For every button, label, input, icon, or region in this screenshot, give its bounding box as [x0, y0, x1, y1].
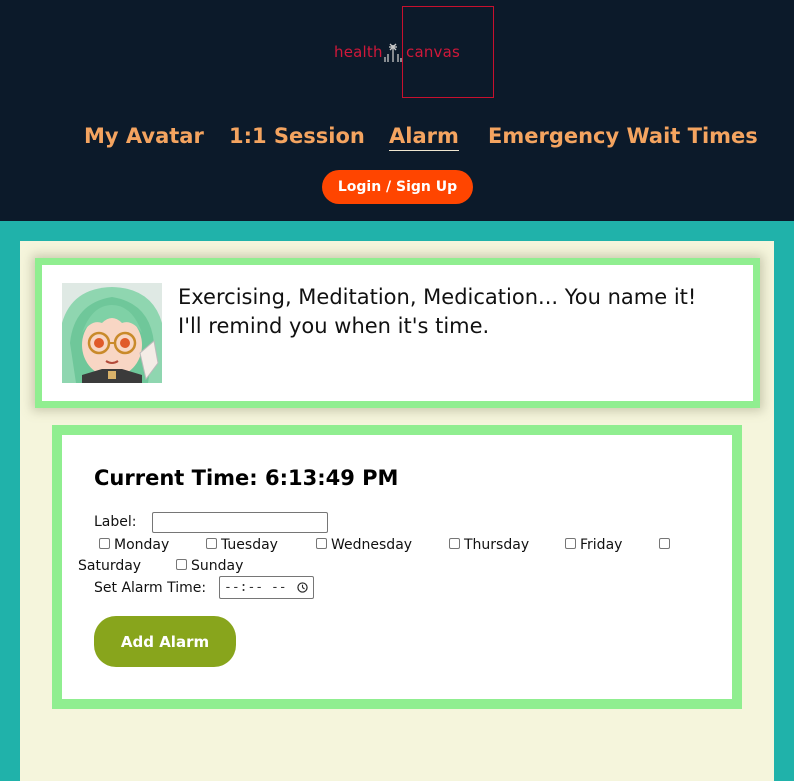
- logo-text-canvas: canvas: [406, 43, 461, 61]
- checkbox-saturday[interactable]: [659, 538, 670, 549]
- label-input[interactable]: [152, 512, 328, 533]
- add-alarm-button[interactable]: Add Alarm: [94, 616, 236, 667]
- checkbox-thursday[interactable]: [449, 538, 460, 549]
- checkbox-tuesday[interactable]: [206, 538, 217, 549]
- site-header: health canvas My Avatar 1:1 Session Alar…: [0, 0, 794, 221]
- alarm-time-input[interactable]: --:-- --: [219, 576, 314, 599]
- logo-text-health: health: [334, 43, 383, 61]
- clock-icon[interactable]: [297, 582, 308, 593]
- nav-my-avatar[interactable]: My Avatar: [84, 124, 204, 148]
- intro-message: Exercising, Meditation, Medication... Yo…: [178, 283, 738, 341]
- day-label-saturday: Saturday: [78, 558, 142, 574]
- login-signup-button[interactable]: Login / Sign Up: [322, 170, 473, 204]
- day-label-friday: Friday: [580, 537, 623, 553]
- signal-tower-icon: [384, 43, 402, 62]
- checkbox-sunday[interactable]: [176, 559, 187, 570]
- current-time: Current Time: 6:13:49 PM: [94, 466, 399, 490]
- checkbox-friday[interactable]: [565, 538, 576, 549]
- label-field-label: Label:: [94, 514, 137, 530]
- day-label-monday: Monday: [114, 537, 170, 553]
- intro-line-1: Exercising, Meditation, Medication... Yo…: [178, 285, 697, 309]
- nav-alarm[interactable]: Alarm: [389, 124, 459, 151]
- nav-session[interactable]: 1:1 Session: [229, 124, 365, 148]
- intro-line-2: I'll remind you when it's time.: [178, 314, 490, 338]
- avatar: [62, 283, 162, 383]
- day-label-wednesday: Wednesday: [331, 537, 413, 553]
- day-label-sunday: Sunday: [191, 558, 244, 574]
- avatar-image: [62, 283, 162, 383]
- day-label-tuesday: Tuesday: [221, 537, 278, 553]
- day-label-thursday: Thursday: [464, 537, 530, 553]
- checkbox-wednesday[interactable]: [316, 538, 327, 549]
- time-placeholder: --:-- --: [224, 580, 287, 595]
- checkbox-monday[interactable]: [99, 538, 110, 549]
- nav-emergency-wait-times[interactable]: Emergency Wait Times: [488, 124, 758, 148]
- set-alarm-time-label: Set Alarm Time:: [94, 580, 207, 596]
